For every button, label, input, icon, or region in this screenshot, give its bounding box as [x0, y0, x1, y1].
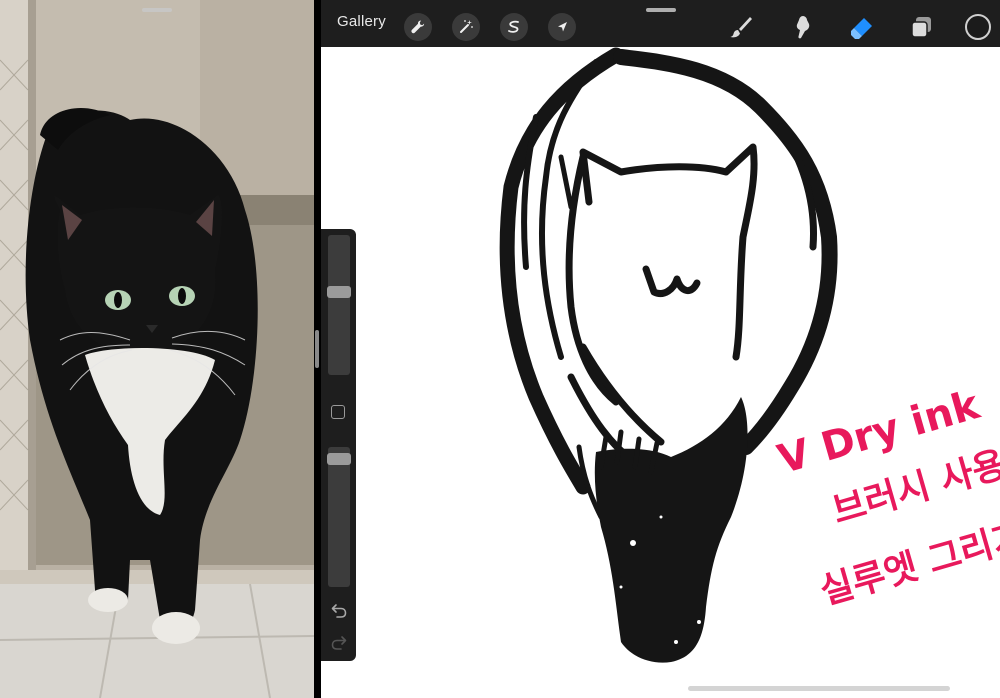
- cat-photo: [0, 0, 314, 698]
- opacity-thumb[interactable]: [327, 453, 351, 465]
- brush-size-thumb[interactable]: [327, 286, 351, 298]
- drawing-canvas[interactable]: V Dry ink 브러시 사용 실루엣 그리기: [321, 47, 1000, 698]
- layers-icon: [911, 17, 931, 38]
- layers-button[interactable]: [906, 11, 938, 43]
- smudge-icon: [796, 16, 810, 39]
- selection-button[interactable]: [500, 13, 528, 41]
- reference-photo-pane: [0, 0, 314, 698]
- redo-icon[interactable]: [330, 633, 348, 651]
- brush-size-slider[interactable]: [327, 235, 351, 375]
- home-indicator[interactable]: [688, 686, 950, 691]
- transform-button[interactable]: [548, 13, 576, 41]
- magic-wand-icon: [460, 20, 473, 33]
- eraser-button[interactable]: [846, 11, 878, 43]
- adjustments-button[interactable]: [452, 13, 480, 41]
- undo-icon[interactable]: [330, 601, 348, 619]
- right-pane-grabber[interactable]: [646, 8, 676, 12]
- selection-icon: [508, 20, 519, 33]
- opacity-slider[interactable]: [327, 447, 351, 587]
- eraser-icon: [851, 18, 872, 39]
- color-swatch[interactable]: [965, 14, 991, 40]
- brush-button[interactable]: [725, 11, 757, 43]
- wrench-icon: [411, 20, 425, 34]
- sidebar: [321, 229, 356, 661]
- split-view-handle[interactable]: [315, 330, 319, 368]
- modify-button[interactable]: [331, 405, 345, 419]
- smudge-button[interactable]: [786, 11, 818, 43]
- actions-button[interactable]: [404, 13, 432, 41]
- gallery-button[interactable]: Gallery: [337, 13, 386, 30]
- procreate-app: V Dry ink 브러시 사용 실루엣 그리기 Gallery: [321, 0, 1000, 698]
- brush-icon: [730, 17, 752, 38]
- left-pane-grabber[interactable]: [142, 8, 172, 12]
- top-toolbar: Gallery: [321, 0, 1000, 47]
- transform-arrow-icon: [558, 22, 567, 32]
